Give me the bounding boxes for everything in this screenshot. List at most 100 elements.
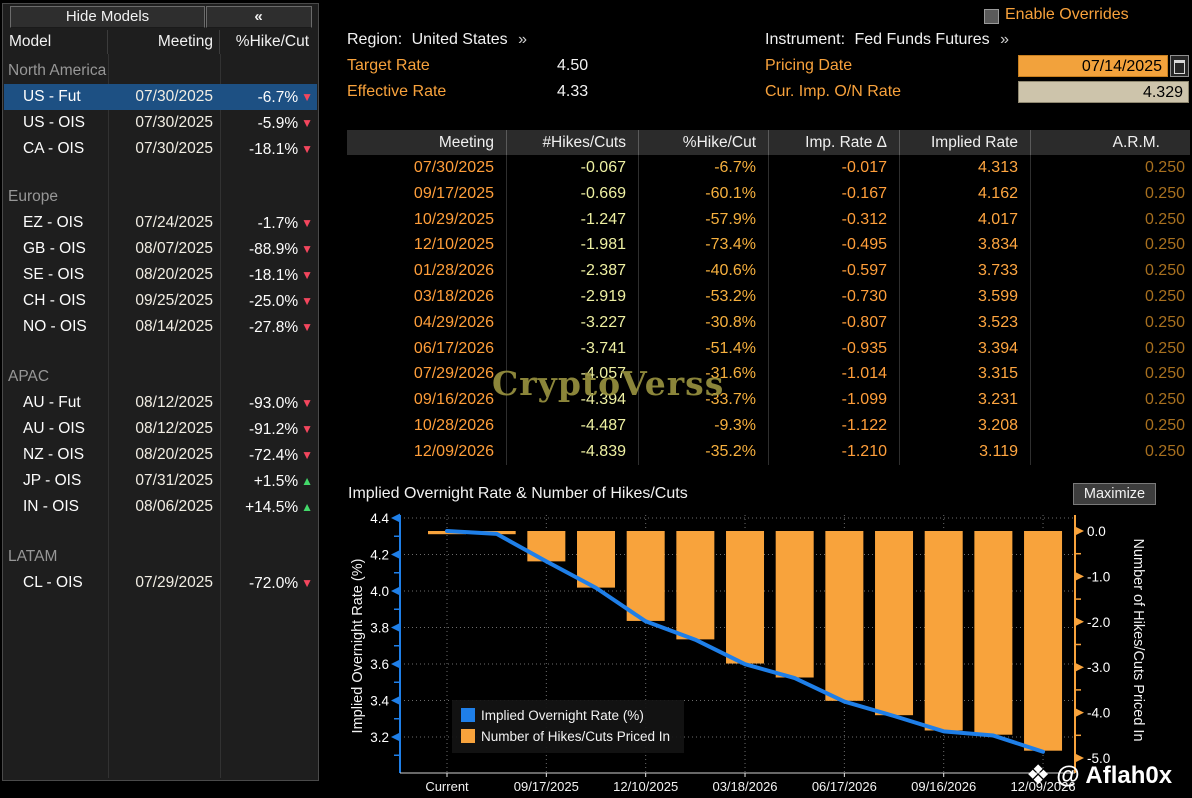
svg-text:Implied Overnight Rate (%): Implied Overnight Rate (%) xyxy=(481,708,644,723)
table-row: 12/10/2025 -1.981 -73.4% -0.495 3.834 0.250 xyxy=(347,232,1190,259)
table-row: 07/29/2026 -4.057 -31.6% -1.014 3.315 0.250 xyxy=(347,361,1190,388)
meeting-cell: 07/30/2025 xyxy=(135,114,213,131)
table-row: 09/17/2025 -0.669 -60.1% -0.167 4.162 0.250 xyxy=(347,180,1190,207)
model-row[interactable]: SE - OIS 08/20/2025 -18.1% ▼ xyxy=(4,262,317,288)
triangle-down-icon: ▼ xyxy=(301,90,313,104)
table-cell: -40.6% xyxy=(639,258,769,284)
model-row[interactable]: AU - OIS 08/12/2025 -91.2% ▼ xyxy=(4,416,317,442)
table-cell: 10/28/2026 xyxy=(347,412,507,439)
calendar-button[interactable] xyxy=(1170,55,1189,77)
enable-overrides-checkbox[interactable] xyxy=(984,9,999,24)
table-row: 06/17/2026 -3.741 -51.4% -0.935 3.394 0.250 xyxy=(347,335,1190,362)
model-row[interactable]: NZ - OIS 08/20/2025 -72.4% ▼ xyxy=(4,442,317,468)
svg-text:3.4: 3.4 xyxy=(370,694,389,709)
table-row: 10/29/2025 -1.247 -57.9% -0.312 4.017 0.250 xyxy=(347,206,1190,233)
table-column-header: Meeting xyxy=(347,130,507,155)
section-label: North America xyxy=(8,62,107,79)
target-rate-label: Target Rate xyxy=(347,57,430,74)
meeting-cell: 07/29/2025 xyxy=(135,574,213,591)
table-row: 04/29/2026 -3.227 -30.8% -0.807 3.523 0.250 xyxy=(347,309,1190,336)
model-cell: NO - OIS xyxy=(23,318,87,335)
svg-text:09/17/2025: 09/17/2025 xyxy=(514,779,579,794)
rates-chart: 4.4 4.2 4.0 3.8 3.6 3.4 3.2 Implied Overnight R… xyxy=(350,511,1146,794)
table-cell: 0.250 xyxy=(1144,313,1185,331)
table-cell: 3.119 xyxy=(900,438,1031,465)
table-cell: -0.495 xyxy=(769,232,900,259)
cur-imp-rate-input[interactable]: 4.329 xyxy=(1018,81,1189,103)
value-cell: -18.1% ▼ xyxy=(248,141,313,158)
region-selector[interactable]: Region: United States » xyxy=(347,31,527,49)
svg-text:12/10/2025: 12/10/2025 xyxy=(613,779,678,794)
model-row[interactable]: CH - OIS 09/25/2025 -25.0% ▼ xyxy=(4,288,317,314)
model-row[interactable]: IN - OIS 08/06/2025 +14.5% ▲ xyxy=(4,494,317,520)
model-row[interactable]: US - Fut 07/30/2025 -6.7% ▼ xyxy=(4,84,317,110)
model-cell: JP - OIS xyxy=(23,472,82,489)
table-cell: 12/09/2026 xyxy=(347,438,507,465)
table-row: 12/09/2026 -4.839 -35.2% -1.210 3.119 0.250 xyxy=(347,438,1190,465)
table-cell: 4.313 xyxy=(900,155,1031,181)
svg-text:-4.0: -4.0 xyxy=(1087,706,1110,721)
chart-legend: Implied Overnight Rate (%) Number of Hike… xyxy=(452,700,684,753)
table-cell: 3.315 xyxy=(900,361,1031,388)
section-label: APAC xyxy=(8,368,50,385)
model-row[interactable]: CA - OIS 07/30/2025 -18.1% ▼ xyxy=(4,136,317,162)
model-row[interactable]: GB - OIS 08/07/2025 -88.9% ▼ xyxy=(4,236,317,262)
table-cell: -1.247 xyxy=(507,206,639,233)
model-cell: AU - OIS xyxy=(23,420,86,437)
meeting-cell: 07/30/2025 xyxy=(135,88,213,105)
pricing-date-input[interactable]: 07/14/2025 xyxy=(1018,55,1168,77)
table-cell: -0.312 xyxy=(769,206,900,233)
model-row[interactable]: JP - OIS 07/31/2025 +1.5% ▲ xyxy=(4,468,317,494)
table-cell: 0.250 xyxy=(1144,442,1185,460)
svg-text:09/16/2026: 09/16/2026 xyxy=(911,779,976,794)
model-cell: AU - Fut xyxy=(23,394,81,411)
svg-text:-1.0: -1.0 xyxy=(1087,569,1110,584)
table-cell: -0.067 xyxy=(507,155,639,181)
table-cell: -0.730 xyxy=(769,283,900,310)
table-cell: 07/30/2025 xyxy=(347,155,507,181)
value-cell: -25.0% ▼ xyxy=(248,293,313,310)
chart-title: Implied Overnight Rate & Number of Hikes… xyxy=(348,485,688,502)
hide-models-button[interactable]: Hide Models xyxy=(10,6,205,28)
table-column-header: A.R.M. xyxy=(1112,134,1160,151)
triangle-up-icon: ▲ xyxy=(301,474,313,488)
region-label: Region: xyxy=(347,31,403,48)
value-cell: -91.2% ▼ xyxy=(248,421,313,438)
models-list: North America US - Fut 07/30/2025 -6.7% ▼ US … xyxy=(4,54,317,596)
svg-text:Number of Hikes/Cuts Priced In: Number of Hikes/Cuts Priced In xyxy=(481,729,670,744)
table-cell: -51.4% xyxy=(639,335,769,362)
table-cell: -0.167 xyxy=(769,180,900,207)
table-column-header: #Hikes/Cuts xyxy=(507,130,639,155)
chevron-right-icon: » xyxy=(518,31,528,48)
svg-text:-2.0: -2.0 xyxy=(1087,615,1110,630)
model-row[interactable]: EZ - OIS 07/24/2025 -1.7% ▼ xyxy=(4,210,317,236)
table-cell: 4.162 xyxy=(900,180,1031,207)
maximize-button[interactable]: Maximize xyxy=(1073,483,1156,505)
cur-imp-rate-label: Cur. Imp. O/N Rate xyxy=(765,83,902,100)
table-cell: 3.599 xyxy=(900,283,1031,310)
column-header-model: Model xyxy=(4,30,108,54)
meetings-table-header: Meeting #Hikes/Cuts %Hike/Cut Imp. Rate Δ Im… xyxy=(347,130,1190,155)
svg-text:3.2: 3.2 xyxy=(370,730,389,745)
model-row[interactable]: CL - OIS 07/29/2025 -72.0% ▼ xyxy=(4,570,317,596)
column-header-meeting: Meeting xyxy=(108,30,220,54)
instrument-label: Instrument: xyxy=(765,31,846,48)
table-cell: -1.122 xyxy=(769,412,900,439)
model-row[interactable]: US - OIS 07/30/2025 -5.9% ▼ xyxy=(4,110,317,136)
left-axis: 4.4 4.2 4.0 3.8 3.6 3.4 3.2 Implied Overnight R… xyxy=(350,511,401,773)
collapse-panel-button[interactable]: « xyxy=(206,6,312,28)
triangle-down-icon: ▼ xyxy=(301,242,313,256)
table-cell: -9.3% xyxy=(639,412,769,439)
svg-text:3.8: 3.8 xyxy=(370,621,389,636)
triangle-down-icon: ▼ xyxy=(301,142,313,156)
table-column-header: Implied Rate xyxy=(900,130,1031,155)
table-cell: 3.208 xyxy=(900,412,1031,439)
model-row[interactable]: NO - OIS 08/14/2025 -27.8% ▼ xyxy=(4,314,317,340)
triangle-down-icon: ▼ xyxy=(301,396,313,410)
table-cell: 07/29/2026 xyxy=(347,361,507,388)
model-row[interactable]: AU - Fut 08/12/2025 -93.0% ▼ xyxy=(4,390,317,416)
enable-overrides-label[interactable]: Enable Overrides xyxy=(1005,6,1129,24)
x-axis: Current 09/17/2025 12/10/2025 03/18/2026 06/… xyxy=(400,772,1076,794)
instrument-selector[interactable]: Instrument: Fed Funds Futures » xyxy=(765,31,1009,49)
model-cell: CH - OIS xyxy=(23,292,86,309)
